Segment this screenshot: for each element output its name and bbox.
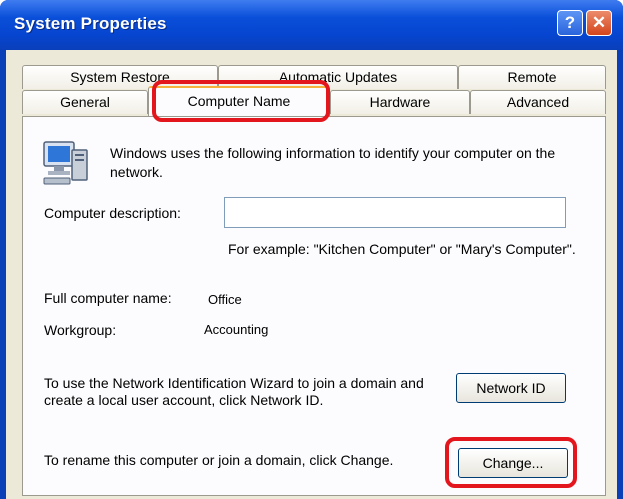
- help-button[interactable]: ?: [557, 10, 583, 36]
- workgroup-value: Accounting: [204, 322, 269, 337]
- title-bar[interactable]: System Properties ? ✕: [0, 0, 623, 50]
- intro-text: Windows uses the following information t…: [110, 145, 556, 180]
- close-icon: ✕: [591, 13, 607, 32]
- full-computer-name-label: Full computer name:: [44, 290, 172, 306]
- tab-advanced[interactable]: Advanced: [470, 90, 606, 114]
- computer-name-tab-highlight: [152, 80, 330, 122]
- workgroup-label: Workgroup:: [44, 322, 117, 338]
- computer-icon: [43, 141, 88, 185]
- close-button[interactable]: ✕: [586, 10, 612, 36]
- change-instructions: To rename this computer or join a domain…: [44, 452, 394, 468]
- tab-hardware[interactable]: Hardware: [330, 90, 470, 114]
- description-example-text: For example: "Kitchen Computer" or "Mary…: [228, 241, 576, 257]
- network-id-button[interactable]: Network ID: [456, 373, 566, 403]
- window-title: System Properties: [14, 14, 167, 33]
- network-id-instructions: To use the Network Identification Wizard…: [44, 375, 424, 408]
- full-computer-name-value: Office: [208, 292, 242, 307]
- computer-description-label: Computer description:: [44, 205, 181, 221]
- change-button-highlight: [445, 437, 577, 488]
- computer-description-input[interactable]: [224, 197, 566, 228]
- tab-remote[interactable]: Remote: [458, 65, 606, 89]
- help-icon: ?: [564, 13, 576, 32]
- tab-general[interactable]: General: [22, 90, 148, 114]
